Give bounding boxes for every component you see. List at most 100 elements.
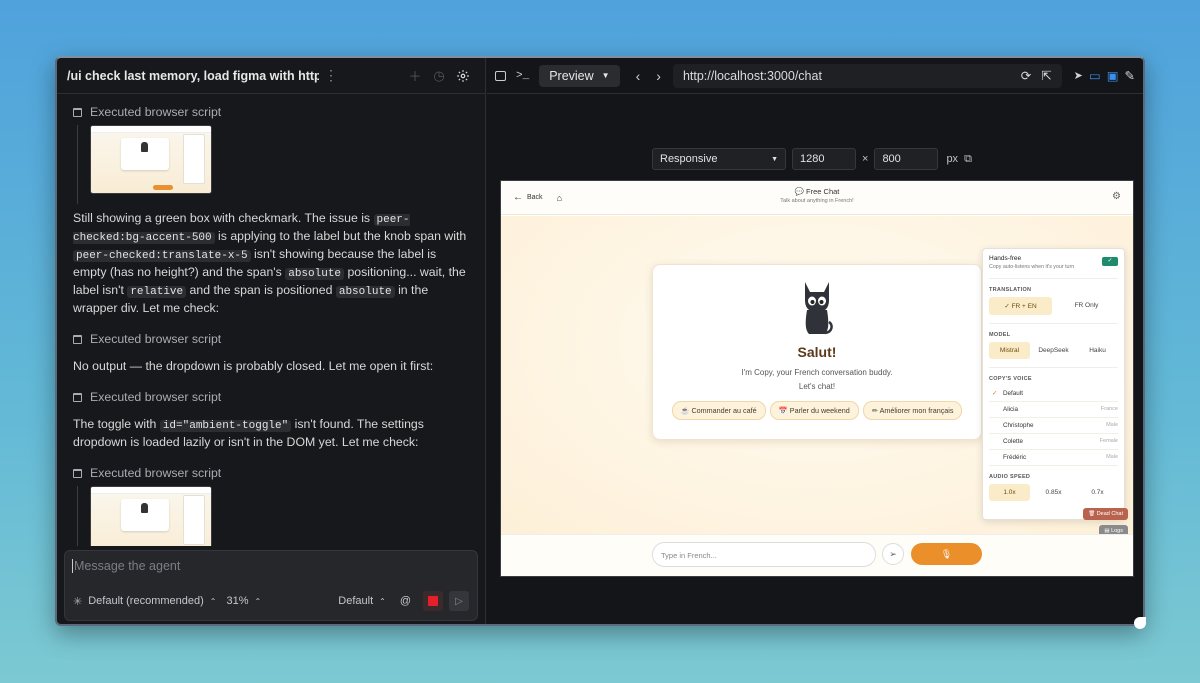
message-input[interactable]: Message the agent — [72, 559, 180, 573]
voice-label: COPY'S VOICE — [989, 376, 1032, 382]
viewport-preset-select[interactable]: Responsive ▼ — [652, 148, 786, 170]
site-title: Free Chat — [806, 187, 840, 196]
executed-script-label: Executed browser script — [90, 390, 222, 404]
desktop-icon[interactable]: ▭ — [1089, 68, 1101, 83]
browser-icon — [73, 107, 82, 117]
times-sign: × — [862, 153, 869, 165]
screenshot-thumbnail[interactable] — [90, 486, 212, 546]
handsfree-label: Hands-free — [989, 255, 1022, 262]
screenshot-thumbnail[interactable] — [90, 125, 212, 194]
translation-option[interactable]: FR Only — [1055, 297, 1118, 315]
send-icon[interactable]: ➢ — [882, 543, 904, 565]
model-option[interactable]: Mistral — [989, 342, 1030, 359]
microphone-icon: 🎙 — [940, 549, 953, 559]
agent-header: /ui check last memory, load figma with h… — [57, 58, 485, 94]
model-option[interactable]: Haiku — [1077, 342, 1118, 359]
executed-script-item[interactable]: Executed browser script — [73, 326, 472, 352]
executed-script-item[interactable]: Executed browser script — [73, 460, 472, 486]
chevron-up-icon[interactable]: ⌃ — [210, 597, 217, 606]
inspect-icon[interactable]: ▣ — [1107, 68, 1119, 83]
model-label: MODEL — [989, 332, 1011, 338]
rotate-icon[interactable]: ⧉ — [964, 153, 972, 166]
executed-script-label: Executed browser script — [90, 105, 222, 119]
external-link-icon[interactable]: ⇱ — [1041, 68, 1051, 83]
mode-selector[interactable]: Default — [338, 595, 373, 607]
viewport-width-input[interactable]: 1280 — [792, 148, 856, 170]
viewport-controls: Responsive ▼ 1280 × 800 px ⧉ — [652, 148, 972, 170]
terminal-icon[interactable]: >_ — [516, 70, 529, 82]
viewport-height-input[interactable]: 800 — [874, 148, 939, 170]
forward-arrow-icon[interactable]: › — [656, 68, 661, 84]
voice-option[interactable]: ✓ Default — [989, 386, 1118, 402]
dead-chat-button[interactable]: 🗑 Dead Chat — [1083, 508, 1128, 520]
executed-script-item[interactable]: Executed browser script — [73, 99, 472, 125]
gear-icon[interactable]: ⚙ — [1112, 191, 1121, 202]
preview-frame: ← Back ⌂ 💬 Free Chat Talk about anything… — [500, 180, 1134, 577]
screenshot-group — [77, 125, 472, 204]
mention-button[interactable]: @ — [400, 595, 411, 607]
browser-icon — [73, 392, 82, 402]
send-button[interactable]: ▷ — [449, 591, 469, 611]
site-body: Salut! I'm Copy, your French conversatio… — [501, 216, 1133, 537]
model-selector[interactable]: Default (recommended) — [88, 595, 204, 607]
back-arrow-icon[interactable]: ‹ — [636, 68, 641, 84]
check-icon: ✓ — [992, 390, 998, 397]
tab-preview[interactable]: Preview ▼ — [539, 64, 620, 87]
greeting: Salut! — [797, 344, 837, 360]
app-window: /ui check last memory, load figma with h… — [55, 56, 1145, 626]
executed-script-label: Executed browser script — [90, 466, 222, 480]
executed-script-label: Executed browser script — [90, 332, 222, 346]
browser-icon — [73, 468, 82, 478]
agent-message: The toggle with id="ambient-toggle" isn'… — [73, 417, 424, 449]
pen-icon[interactable]: ✎ — [1125, 68, 1135, 83]
translation-option[interactable]: ✓ FR + EN — [989, 297, 1052, 315]
speed-option[interactable]: 0.7x — [1077, 484, 1118, 501]
chevron-up-icon[interactable]: ⌃ — [379, 597, 386, 606]
voice-option[interactable]: Alicia France — [989, 402, 1118, 418]
reload-icon[interactable]: ⟳ — [1021, 68, 1031, 83]
site-header: ← Back ⌂ 💬 Free Chat Talk about anything… — [501, 181, 1133, 215]
executed-script-item[interactable]: Executed browser script — [73, 384, 472, 410]
window-resize-handle[interactable] — [1134, 617, 1146, 629]
suggestion-chip[interactable]: ✏ Améliorer mon français — [862, 401, 963, 420]
gear-icon[interactable] — [451, 64, 475, 88]
microphone-button[interactable]: 🎙 — [911, 543, 982, 565]
french-input[interactable]: Type in French... — [652, 542, 876, 567]
speed-options: 1.0x 0.85x 0.7x — [989, 484, 1118, 501]
chevron-down-icon: ▼ — [771, 155, 778, 163]
message-composer[interactable]: Message the agent ✳ Default (recommended… — [64, 550, 478, 621]
context-percent[interactable]: 31% — [226, 595, 248, 607]
conversation-title[interactable]: /ui check last memory, load figma with h… — [67, 69, 319, 83]
agent-message: Still showing a green box with checkmark… — [73, 211, 467, 315]
suggestion-chip[interactable]: ☕ Commander au café — [671, 401, 766, 420]
sidebar-toggle-icon[interactable] — [495, 70, 506, 81]
voice-option[interactable]: Colette Female — [989, 434, 1118, 450]
model-option[interactable]: DeepSeek — [1033, 342, 1074, 359]
url-bar[interactable]: http://localhost:3000/chat ⟳ ⇱ — [672, 63, 1062, 88]
handsfree-toggle[interactable]: ✓ — [1102, 257, 1118, 266]
translation-label: TRANSLATION — [989, 287, 1032, 293]
more-icon[interactable]: ⋮ — [319, 64, 343, 88]
sparkle-icon: ✳ — [73, 595, 83, 608]
stop-button[interactable] — [423, 591, 443, 611]
translation-options: ✓ FR + EN FR Only — [989, 297, 1118, 315]
site-input-bar: Type in French... ➢ 🎙 — [501, 534, 1133, 576]
speed-option[interactable]: 0.85x — [1033, 484, 1074, 501]
plus-icon[interactable]: ＋ — [403, 64, 427, 88]
cursor-icon[interactable]: ➤ — [1074, 69, 1083, 82]
suggestion-chip[interactable]: 📅 Parler du weekend — [769, 401, 859, 420]
speed-option[interactable]: 1.0x — [989, 484, 1030, 501]
site-subtitle: Talk about anything in French! — [780, 198, 854, 204]
screenshot-group — [77, 486, 472, 546]
agent-message: No output — the dropdown is probably clo… — [73, 359, 434, 373]
chevron-up-icon[interactable]: ⌃ — [255, 597, 262, 606]
settings-dropdown: Hands-free Copy auto-listens when it's y… — [982, 248, 1125, 520]
history-icon[interactable]: ◷ — [427, 64, 451, 88]
cat-mascot-icon — [805, 282, 833, 335]
model-options: Mistral DeepSeek Haiku — [989, 342, 1118, 359]
voice-option[interactable]: Frédéric Male — [989, 450, 1118, 466]
preview-panel: >_ Preview ▼ ‹ › http://localhost:3000/ch… — [487, 58, 1143, 624]
unit-label: px — [946, 153, 959, 165]
suggestion-chips: ☕ Commander au café 📅 Parler du weekend … — [653, 401, 981, 420]
voice-option[interactable]: Christophe Male — [989, 418, 1118, 434]
